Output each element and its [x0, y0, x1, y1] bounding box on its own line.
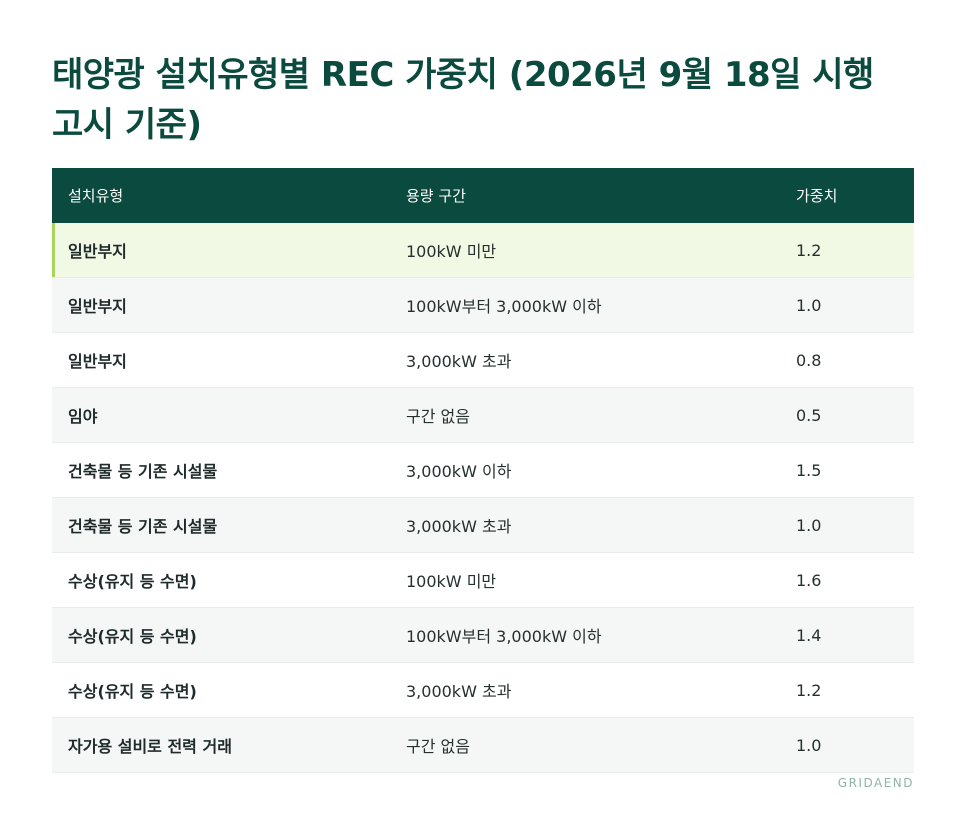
page: 태양광 설치유형별 REC 가중치 (2026년 9월 18일 시행 고시 기준…	[52, 0, 914, 773]
cell-capacity-range: 구간 없음	[390, 717, 780, 773]
cell-install-type: 수상(유지 등 수면)	[52, 552, 390, 608]
cell-weight: 1.5	[780, 442, 914, 498]
table-row: 임야 구간 없음 0.5	[52, 387, 914, 443]
header-capacity-range: 용량 구간	[390, 168, 780, 223]
table-header-row: 설치유형 용량 구간 가중치	[52, 168, 914, 223]
table-row: 일반부지 100kW부터 3,000kW 이하 1.0	[52, 277, 914, 333]
cell-install-type: 수상(유지 등 수면)	[52, 662, 390, 718]
cell-capacity-range: 100kW부터 3,000kW 이하	[390, 607, 780, 663]
cell-capacity-range: 3,000kW 초과	[390, 497, 780, 553]
cell-capacity-range: 100kW부터 3,000kW 이하	[390, 277, 780, 333]
cell-weight: 1.0	[780, 717, 914, 773]
cell-weight: 1.6	[780, 552, 914, 608]
cell-capacity-range: 3,000kW 초과	[390, 332, 780, 388]
cell-install-type: 자가용 설비로 전력 거래	[52, 717, 390, 773]
cell-weight: 1.2	[780, 662, 914, 718]
header-weight: 가중치	[780, 168, 914, 223]
page-title: 태양광 설치유형별 REC 가중치 (2026년 9월 18일 시행 고시 기준…	[52, 55, 874, 145]
cell-install-type: 임야	[52, 387, 390, 443]
cell-capacity-range: 100kW 미만	[390, 552, 780, 608]
table-row: 일반부지 100kW 미만 1.2	[52, 223, 914, 278]
table-row: 건축물 등 기존 시설물 3,000kW 이하 1.5	[52, 442, 914, 498]
table-row: 자가용 설비로 전력 거래 구간 없음 1.0	[52, 717, 914, 773]
cell-install-type: 수상(유지 등 수면)	[52, 607, 390, 663]
table-row: 일반부지 3,000kW 초과 0.8	[52, 332, 914, 388]
cell-install-type: 일반부지	[52, 277, 390, 333]
table-row: 건축물 등 기존 시설물 3,000kW 초과 1.0	[52, 497, 914, 553]
cell-weight: 0.5	[780, 387, 914, 443]
cell-install-type: 일반부지	[52, 223, 390, 278]
brand-wordmark: GRIDAEND	[837, 776, 914, 790]
cell-capacity-range: 100kW 미만	[390, 223, 780, 278]
rec-weight-table: 설치유형 용량 구간 가중치 일반부지 100kW 미만 1.2 일반부지 10…	[52, 168, 914, 773]
cell-weight: 1.4	[780, 607, 914, 663]
cell-capacity-range: 구간 없음	[390, 387, 780, 443]
cell-capacity-range: 3,000kW 이하	[390, 442, 780, 498]
table-row: 수상(유지 등 수면) 3,000kW 초과 1.2	[52, 662, 914, 718]
cell-weight: 0.8	[780, 332, 914, 388]
cell-capacity-range: 3,000kW 초과	[390, 662, 780, 718]
cell-install-type: 건축물 등 기존 시설물	[52, 442, 390, 498]
cell-weight: 1.0	[780, 497, 914, 553]
cell-weight: 1.0	[780, 277, 914, 333]
table-row: 수상(유지 등 수면) 100kW 미만 1.6	[52, 552, 914, 608]
cell-install-type: 건축물 등 기존 시설물	[52, 497, 390, 553]
cell-weight: 1.2	[780, 223, 914, 278]
table-row: 수상(유지 등 수면) 100kW부터 3,000kW 이하 1.4	[52, 607, 914, 663]
cell-install-type: 일반부지	[52, 332, 390, 388]
header-install-type: 설치유형	[52, 168, 390, 223]
